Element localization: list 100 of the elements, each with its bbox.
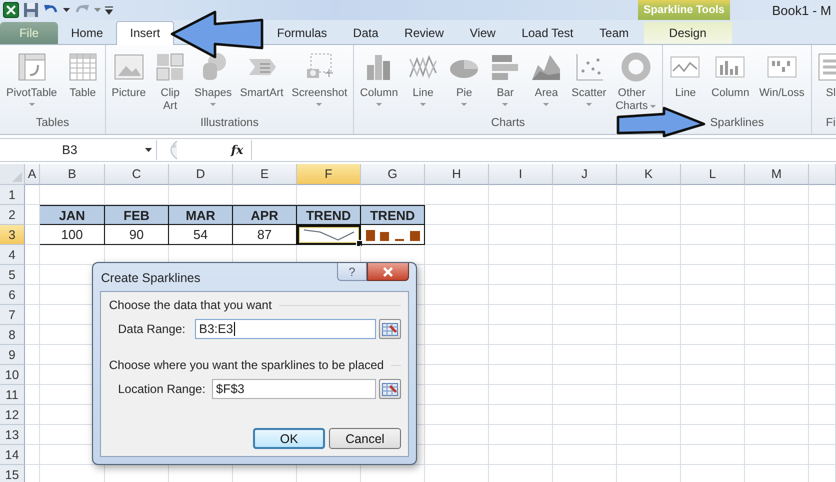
caret-icon[interactable] [63, 8, 70, 12]
empty-cell[interactable] [425, 345, 489, 365]
empty-cell[interactable] [809, 185, 836, 205]
ribbon-button[interactable]: SmartArt [238, 45, 286, 100]
empty-cell[interactable] [425, 445, 489, 465]
row-header[interactable]: 11 [0, 385, 25, 405]
ribbon-tab[interactable]: Home [58, 22, 116, 44]
ribbon-button[interactable]: Column [358, 45, 400, 106]
empty-cell[interactable] [809, 425, 836, 445]
ribbon-button[interactable]: Scatter [570, 45, 608, 106]
column-header[interactable] [809, 164, 836, 185]
empty-cell[interactable] [681, 325, 745, 345]
ribbon-button[interactable]: Pie [446, 45, 482, 106]
help-button[interactable]: ? [337, 263, 367, 281]
ribbon-button[interactable]: PivotTable [4, 45, 60, 106]
empty-cell[interactable] [809, 345, 836, 365]
empty-cell[interactable] [553, 245, 617, 265]
empty-cell[interactable] [809, 365, 836, 385]
empty-cell[interactable] [425, 325, 489, 345]
empty-cell[interactable] [553, 445, 617, 465]
empty-cell[interactable] [553, 385, 617, 405]
ribbon-tab[interactable]: Team [586, 22, 642, 44]
row-header[interactable]: 9 [0, 345, 25, 365]
empty-cell[interactable] [25, 285, 40, 305]
empty-cell[interactable] [425, 185, 489, 205]
empty-cell[interactable] [489, 445, 553, 465]
empty-cell[interactable] [489, 425, 553, 445]
empty-cell[interactable] [809, 245, 836, 265]
ribbon-button[interactable]: Line [405, 45, 442, 106]
name-box[interactable]: B3 [0, 140, 157, 160]
empty-cell[interactable] [745, 265, 809, 285]
empty-cell[interactable] [745, 445, 809, 465]
empty-cell[interactable] [425, 225, 489, 245]
empty-cell[interactable] [489, 325, 553, 345]
column-header[interactable]: I [489, 164, 553, 185]
row-header[interactable]: 7 [0, 305, 25, 325]
empty-cell[interactable] [489, 305, 553, 325]
empty-cell[interactable] [617, 385, 681, 405]
range-picker-button[interactable] [379, 379, 401, 399]
empty-cell[interactable] [489, 225, 553, 245]
row-header[interactable]: 6 [0, 285, 25, 305]
row-header[interactable]: 14 [0, 445, 25, 465]
ribbon-button[interactable]: Bar [487, 45, 524, 106]
row-header[interactable]: 4 [0, 245, 25, 265]
empty-cell[interactable] [617, 205, 681, 225]
empty-cell[interactable] [489, 245, 553, 265]
empty-cell[interactable] [425, 385, 489, 405]
save-icon[interactable] [23, 2, 39, 18]
empty-cell[interactable] [553, 285, 617, 305]
empty-cell[interactable] [617, 185, 681, 205]
empty-cell[interactable] [745, 345, 809, 365]
empty-cell[interactable] [425, 365, 489, 385]
insert-function-button[interactable]: fx [231, 143, 251, 157]
empty-cell[interactable] [617, 225, 681, 245]
empty-cell[interactable] [617, 445, 681, 465]
select-all-icon[interactable] [12, 172, 22, 182]
empty-cell[interactable] [809, 205, 836, 225]
empty-cell[interactable] [25, 365, 40, 385]
empty-cell[interactable] [681, 305, 745, 325]
ribbon-tab[interactable]: Review [391, 22, 457, 44]
empty-cell[interactable] [25, 445, 40, 465]
empty-cell[interactable] [553, 405, 617, 425]
column-header[interactable]: J [553, 164, 617, 185]
range-input[interactable]: B3:E3 [195, 319, 376, 339]
empty-cell[interactable] [617, 245, 681, 265]
empty-cell[interactable] [25, 325, 40, 345]
empty-cell[interactable] [553, 265, 617, 285]
empty-cell[interactable] [681, 445, 745, 465]
empty-cell[interactable] [745, 325, 809, 345]
empty-cell[interactable] [809, 405, 836, 425]
range-picker-button[interactable] [379, 319, 401, 339]
empty-cell[interactable] [745, 285, 809, 305]
ribbon-button[interactable]: Clip Art [152, 45, 188, 113]
ribbon-tab[interactable]: Design [644, 22, 732, 44]
empty-cell[interactable] [25, 385, 40, 405]
column-header[interactable]: C [105, 164, 169, 185]
empty-cell[interactable] [617, 365, 681, 385]
empty-cell[interactable] [617, 265, 681, 285]
empty-cell[interactable] [489, 385, 553, 405]
close-button[interactable] [367, 263, 409, 281]
empty-cell[interactable] [809, 385, 836, 405]
empty-cell[interactable] [745, 205, 809, 225]
dialog-button[interactable]: Cancel [329, 428, 401, 449]
empty-cell[interactable] [745, 225, 809, 245]
empty-cell[interactable] [489, 405, 553, 425]
empty-cell[interactable] [681, 345, 745, 365]
empty-cell[interactable] [553, 305, 617, 325]
empty-cell[interactable] [553, 325, 617, 345]
empty-cell[interactable] [553, 225, 617, 245]
ribbon-button[interactable]: Line [667, 45, 704, 100]
row-header[interactable]: 13 [0, 425, 25, 445]
column-header[interactable]: E [233, 164, 297, 185]
empty-cell[interactable] [745, 245, 809, 265]
empty-cell[interactable] [489, 345, 553, 365]
empty-cell[interactable] [425, 245, 489, 265]
empty-cell[interactable] [425, 265, 489, 285]
ribbon-button[interactable]: Win/Loss [757, 45, 806, 100]
column-header[interactable]: H [425, 164, 489, 185]
empty-cell[interactable] [425, 425, 489, 445]
empty-cell[interactable] [553, 365, 617, 385]
